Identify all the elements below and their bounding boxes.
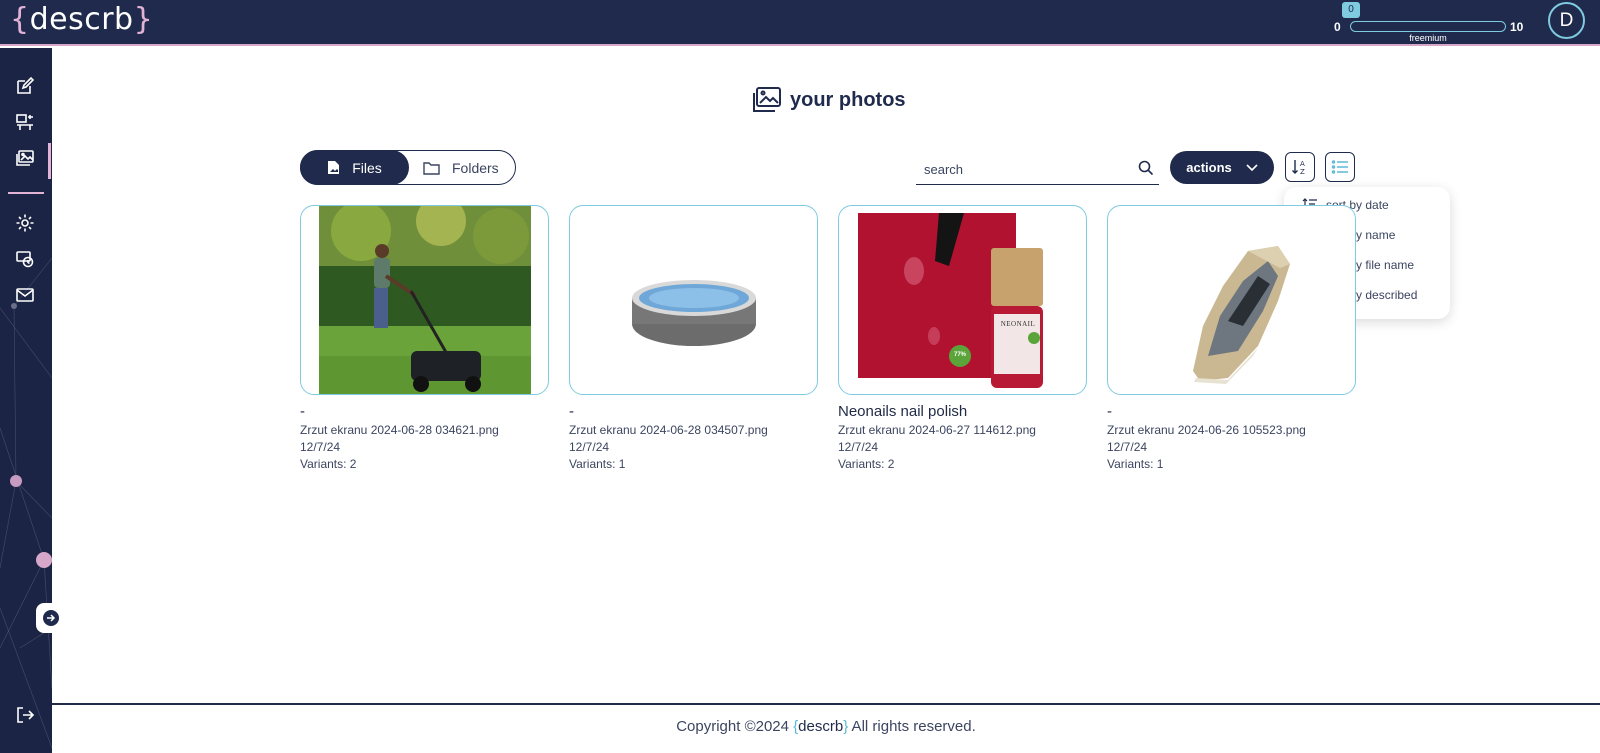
photo-card[interactable]: NEONAIL 77% Neonails nail polish Zrzut e… [838, 205, 1087, 471]
quota-current-badge: 0 [1342, 2, 1360, 18]
product-badge: 77% [953, 352, 966, 358]
tab-folders[interactable]: Folders [423, 151, 499, 184]
billing-icon[interactable] [14, 248, 36, 270]
actions-label: actions [1186, 160, 1232, 175]
avatar[interactable]: D [1548, 2, 1585, 39]
photo-file-name: Zrzut ekranu 2024-06-26 105523.png [1107, 423, 1306, 437]
folder-icon [423, 161, 440, 175]
photo-thumbnail[interactable] [300, 205, 549, 395]
photo-name: - [1107, 403, 1112, 420]
product-icon[interactable] [14, 111, 36, 133]
footer: Copyright ©2024 {descrb} All rights rese… [52, 718, 1600, 735]
photo-thumbnail[interactable]: NEONAIL 77% [838, 205, 1087, 395]
photo-thumbnail[interactable] [1107, 205, 1356, 395]
quota-max: 10 [1510, 20, 1524, 34]
search-icon[interactable] [1138, 160, 1154, 176]
photo-variants: Variants: 2 [838, 457, 895, 471]
photo-date: 12/7/24 [569, 440, 610, 454]
sort-button[interactable]: AZ [1285, 152, 1315, 182]
tab-files-label: Files [352, 159, 382, 176]
logo-brace-open: { [10, 2, 30, 37]
chevron-down-icon [1246, 163, 1258, 171]
pool-image [632, 280, 756, 346]
file-image-icon [328, 161, 340, 174]
logout-icon[interactable] [14, 704, 36, 726]
mail-icon[interactable] [14, 284, 36, 306]
photo-thumbnail[interactable] [569, 205, 818, 395]
sidebar-active-indicator [48, 143, 51, 179]
tab-files[interactable]: Files [300, 150, 409, 185]
sidebar [0, 48, 52, 753]
files-folders-toggle: Files Folders [300, 150, 516, 185]
quota-min: 0 [1334, 20, 1341, 34]
photo-card[interactable]: - Zrzut ekranu 2024-06-26 105523.png 12/… [1107, 205, 1356, 471]
arrow-right-icon [43, 610, 59, 626]
expand-sidebar-button[interactable] [36, 603, 66, 633]
quota-progress-bar [1350, 21, 1506, 32]
photo-name: - [300, 403, 305, 420]
photo-variants: Variants: 1 [569, 457, 626, 471]
nail-polish-image [858, 213, 1043, 388]
photo-date: 12/7/24 [838, 440, 879, 454]
list-icon [1331, 160, 1348, 174]
photo-name: Neonails nail polish [838, 403, 968, 420]
photo-file-name: Zrzut ekranu 2024-06-27 114612.png [838, 423, 1036, 437]
footer-divider [52, 703, 1600, 705]
lawn-mower-image [319, 206, 531, 394]
photo-date: 12/7/24 [300, 440, 341, 454]
settings-icon[interactable] [14, 212, 36, 234]
logo-brace-close: } [133, 2, 154, 37]
usage-quota: 0 0 10 freemium [1334, 2, 1524, 43]
photo-card[interactable]: - Zrzut ekranu 2024-06-28 034507.png 12/… [569, 205, 818, 471]
list-view-button[interactable] [1325, 152, 1355, 182]
svg-text:A: A [1300, 160, 1305, 168]
photo-variants: Variants: 2 [300, 457, 357, 471]
page-title: your photos [752, 86, 906, 114]
logo-text: descrb [29, 2, 134, 37]
tab-folders-label: Folders [452, 159, 499, 176]
photos-icon[interactable] [14, 147, 36, 169]
photo-card[interactable]: - Zrzut ekranu 2024-06-28 034621.png 12/… [300, 205, 549, 471]
photo-file-name: Zrzut ekranu 2024-06-28 034507.png [569, 423, 768, 437]
search-input[interactable] [924, 159, 1124, 179]
photo-variants: Variants: 1 [1107, 457, 1164, 471]
sort-alpha-icon: AZ [1292, 160, 1305, 176]
page-title-text: your photos [790, 88, 906, 111]
footer-rights: All rights reserved. [848, 718, 976, 735]
footer-copyright: Copyright ©2024 [676, 718, 794, 735]
footer-brand: descrb [798, 718, 844, 735]
photo-file-name: Zrzut ekranu 2024-06-28 034621.png [300, 423, 499, 437]
photo-date: 12/7/24 [1107, 440, 1148, 454]
svg-text:Z: Z [1300, 168, 1305, 176]
sidebar-divider [8, 192, 44, 194]
product-brand-label: NEONAIL [1000, 320, 1036, 328]
search-field [916, 153, 1159, 185]
logo[interactable]: {descrb} [10, 2, 153, 37]
edit-icon[interactable] [14, 75, 36, 97]
photos-icon [753, 87, 781, 112]
actions-dropdown-button[interactable]: actions [1170, 151, 1274, 184]
top-bar: {descrb} 0 0 10 freemium D [0, 0, 1600, 46]
plan-label: freemium [1409, 33, 1447, 43]
photo-name: - [569, 403, 574, 420]
shoe-image [1193, 246, 1290, 384]
